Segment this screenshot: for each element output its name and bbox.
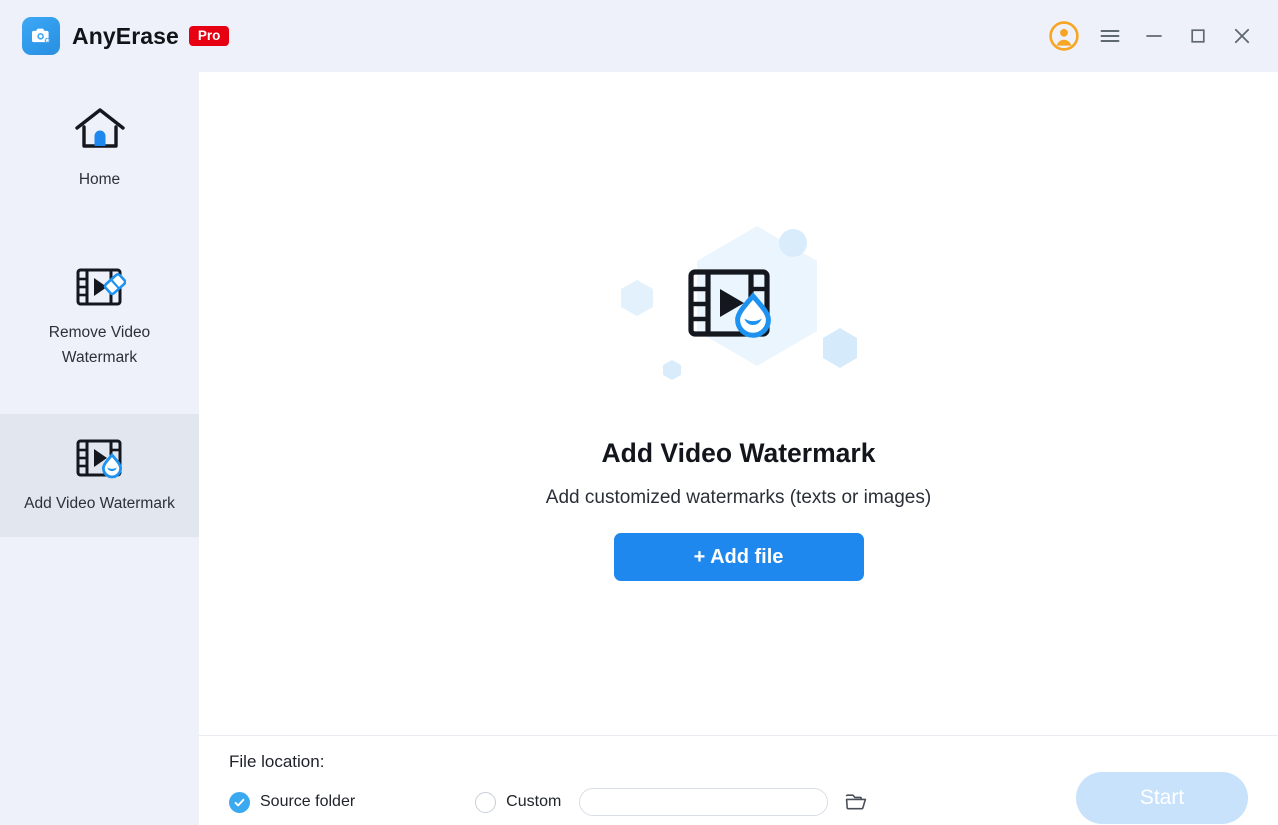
page-subtitle: Add customized watermarks (texts or imag… xyxy=(545,487,932,508)
title-bar: AnyErase Pro xyxy=(0,0,1278,72)
custom-path-input[interactable] xyxy=(579,788,829,816)
user-avatar-icon[interactable] xyxy=(1042,16,1086,56)
hamburger-menu-icon[interactable] xyxy=(1090,16,1130,56)
sidebar-item-label: Remove Video Watermark xyxy=(48,323,151,366)
brand: AnyErase Pro xyxy=(22,17,230,55)
radio-source-folder[interactable]: Source folder xyxy=(229,791,356,813)
page-title: Add Video Watermark xyxy=(601,438,876,468)
radio-source-folder-label: Source folder xyxy=(260,793,356,810)
app-title: AnyErase xyxy=(72,22,179,49)
radio-custom[interactable]: Custom xyxy=(475,791,562,813)
file-location-options: Source folder Custom xyxy=(229,788,869,816)
window-controls xyxy=(1042,16,1262,56)
radio-unchecked-icon xyxy=(475,791,497,813)
camera-magic-icon xyxy=(22,17,60,55)
start-button[interactable]: Start xyxy=(1076,772,1248,824)
sidebar-item-label: Add Video Watermark xyxy=(24,495,175,513)
maximize-icon[interactable] xyxy=(1178,16,1218,56)
add-file-button[interactable]: + Add file xyxy=(613,533,864,581)
sidebar-item-add-video-watermark[interactable]: Add Video Watermark xyxy=(0,414,199,538)
radio-checked-icon xyxy=(229,791,250,813)
minimize-icon[interactable] xyxy=(1134,16,1174,56)
footer-bar: File location: Source folder Custom Star… xyxy=(199,735,1278,825)
folder-open-icon[interactable] xyxy=(843,789,869,815)
file-location-label: File location: xyxy=(229,752,325,771)
hero-illustration xyxy=(609,218,869,418)
film-eraser-icon xyxy=(74,261,126,313)
app-window: AnyErase Pro Home Remove Video Watermark… xyxy=(0,0,1278,825)
empty-state: Add Video Watermark Add customized water… xyxy=(199,72,1278,735)
sidebar-item-remove-video-watermark[interactable]: Remove Video Watermark xyxy=(0,249,199,383)
home-icon xyxy=(73,104,127,156)
sidebar-item-home[interactable]: Home xyxy=(0,92,199,205)
close-icon[interactable] xyxy=(1222,16,1262,56)
pro-badge: Pro xyxy=(188,25,230,47)
content-area: Add Video Watermark Add customized water… xyxy=(199,72,1278,825)
sidebar: Home Remove Video Watermark Add Video Wa… xyxy=(0,72,199,825)
radio-custom-label: Custom xyxy=(506,793,562,810)
sidebar-item-label: Home xyxy=(78,171,121,188)
film-droplet-icon xyxy=(74,432,126,484)
